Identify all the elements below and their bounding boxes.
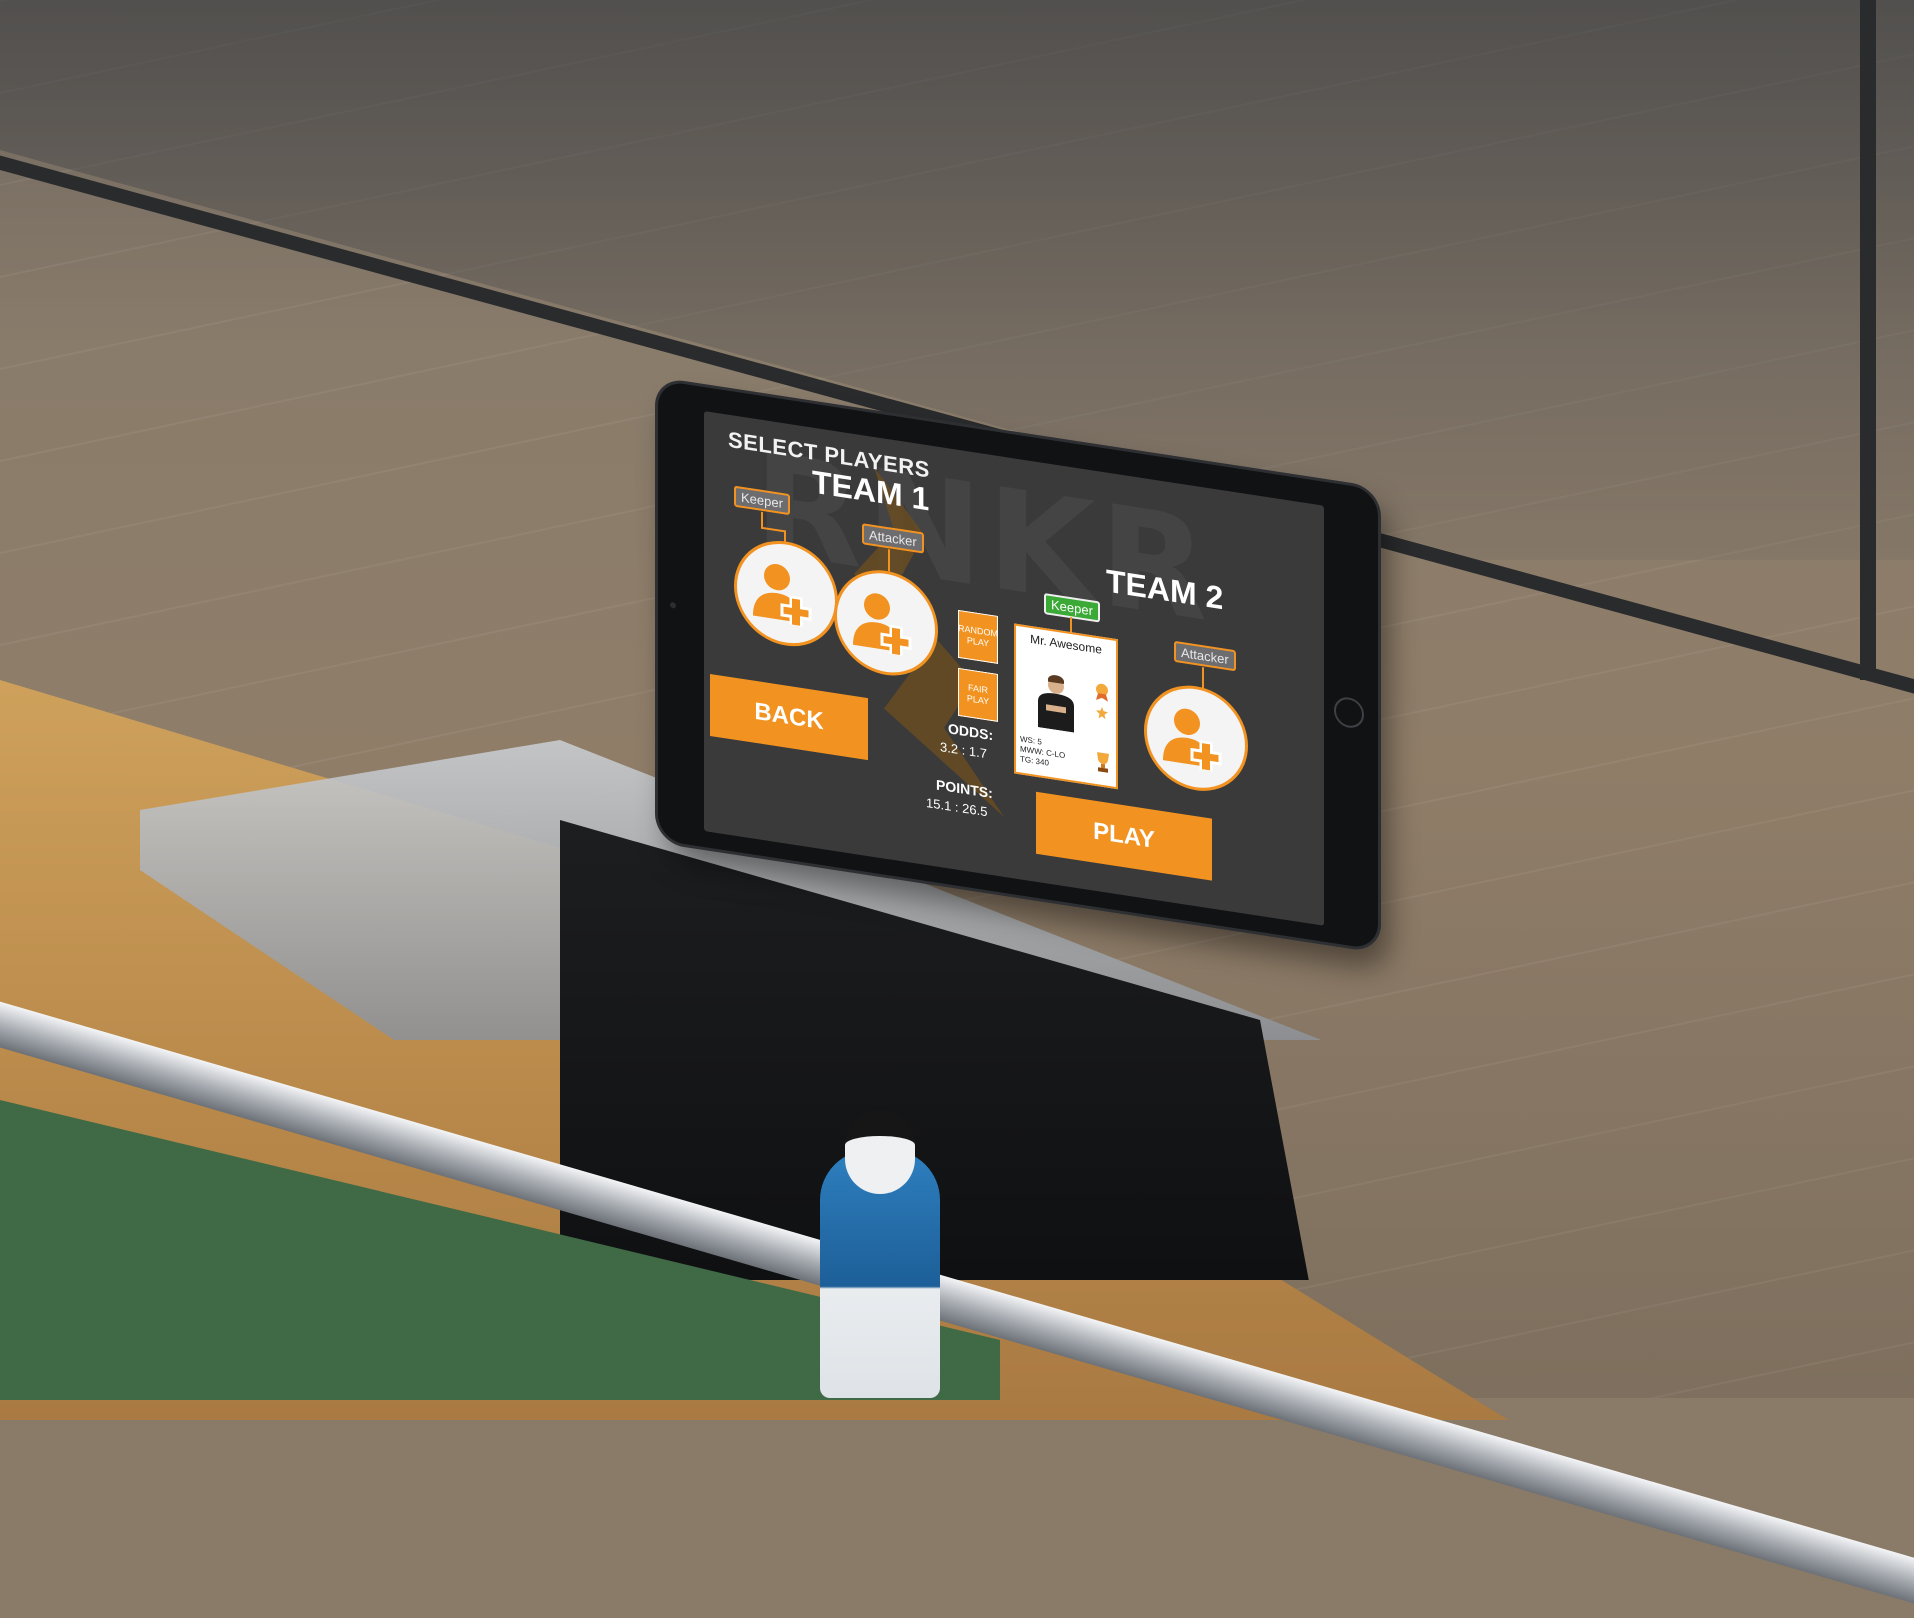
award-icon [1096,683,1108,702]
player-photo [1038,675,1074,733]
add-user-icon [753,564,812,629]
camera-dot [670,601,676,609]
app-screen: RNKR SELECT PLAYERS TEAM 1 Keeper Attack… [704,411,1324,926]
team2-keeper-connector [1070,616,1072,634]
team1-keeper-connector [761,511,763,529]
random-play-button[interactable]: RANDOM PLAY [958,609,998,664]
trophy-icon [1097,752,1109,773]
team2-attacker-slot[interactable] [1144,678,1248,799]
wall-post [1860,0,1876,680]
add-user-icon [853,593,912,658]
play-button[interactable]: PLAY [1036,791,1212,881]
home-button-icon[interactable] [1334,695,1364,730]
foosball-figure-head [845,1110,915,1194]
back-button[interactable]: BACK [710,673,868,761]
team2-title: TEAM 2 [1106,562,1224,617]
team1-keeper-slot[interactable] [734,533,838,654]
team2-attacker-connector [1202,667,1204,690]
player-name: Mr. Awesome [1030,631,1102,657]
team1-keeper-connector-h [761,526,785,533]
add-user-icon [1163,708,1222,774]
star-icon [1096,706,1108,720]
team2-attacker-tag: Attacker [1174,640,1236,672]
team2-keeper-player-card[interactable]: Mr. Awesome WS: 5 MWW: C-LO TG: 340 [1014,623,1118,790]
fair-play-button[interactable]: FAIR PLAY [958,667,998,722]
player-stats: WS: 5 MWW: C-LO TG: 340 [1020,734,1065,771]
team1-attacker-connector [888,549,890,572]
team1-keeper-tag: Keeper [734,485,790,516]
